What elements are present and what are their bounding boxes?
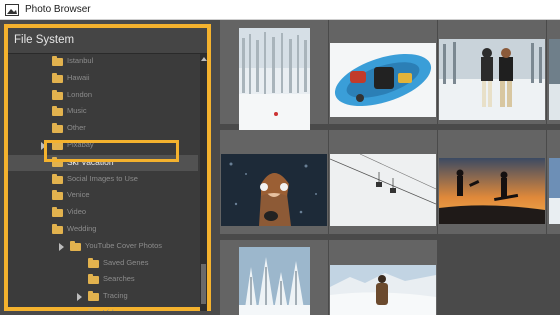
photo-thumbnail[interactable] xyxy=(439,158,545,224)
tree-item[interactable]: Searches xyxy=(8,272,198,288)
folder-icon xyxy=(52,89,63,100)
tree-item-label: Social Images to Use xyxy=(67,173,138,183)
photo-cell[interactable] xyxy=(438,130,546,234)
tree-item-label: Music xyxy=(67,106,87,116)
tree-item-label: Searches xyxy=(103,274,135,284)
tree-item[interactable]: London xyxy=(8,88,198,104)
photo-cell[interactable] xyxy=(547,20,560,124)
panel-header: File System xyxy=(8,28,207,54)
folder-icon xyxy=(52,156,63,167)
photo-cell[interactable] xyxy=(329,130,437,234)
folder-icon xyxy=(88,291,99,302)
tree-item[interactable]: Video xyxy=(8,205,198,221)
tree-item[interactable]: Pixabay xyxy=(8,138,198,154)
photo-cell[interactable] xyxy=(547,130,560,234)
scroll-up-icon[interactable] xyxy=(201,57,207,61)
tree-item[interactable]: Ski Vacation xyxy=(8,154,198,171)
tree-item-label: Hawaii xyxy=(67,72,90,82)
tree-item-label: Pixabay xyxy=(67,140,94,149)
folder-icon xyxy=(88,257,99,268)
tree-item[interactable]: Music xyxy=(8,104,198,120)
tree-item-label: Ski Vacation xyxy=(67,156,114,167)
title-bar: Photo Browser xyxy=(0,0,560,20)
photo-cell[interactable] xyxy=(438,20,546,124)
tree-item-label: Other xyxy=(67,123,86,133)
photo-cell[interactable] xyxy=(329,240,437,315)
empty-cell xyxy=(438,240,546,315)
photo-thumbnail[interactable] xyxy=(239,247,310,315)
tree-item-label: Video xyxy=(67,207,87,217)
photo-grid xyxy=(215,20,560,315)
tree-item-label: Videos xyxy=(103,308,126,311)
expand-arrow-icon[interactable] xyxy=(77,293,82,302)
folder-icon xyxy=(52,190,63,201)
photo-thumbnail[interactable] xyxy=(549,158,560,224)
tree-item[interactable]: Saved Genes xyxy=(8,256,198,272)
window-title: Photo Browser xyxy=(25,4,91,15)
tree-item[interactable]: Venice xyxy=(8,188,198,204)
scrollbar-thumb[interactable] xyxy=(201,264,206,304)
photo-thumbnail[interactable] xyxy=(239,28,310,130)
tree-item[interactable]: Videos xyxy=(8,306,198,311)
photo-cell[interactable] xyxy=(220,20,328,130)
photo-thumbnail[interactable] xyxy=(549,39,560,120)
tree-item-label: Istanbul xyxy=(67,56,94,65)
tree-item-label: Saved Genes xyxy=(103,257,149,267)
tree-item[interactable]: Wedding xyxy=(8,222,198,238)
tree-item[interactable]: Istanbul xyxy=(8,54,198,70)
folder-icon xyxy=(88,274,99,285)
folder-icon xyxy=(52,56,63,66)
tree-item[interactable]: Other xyxy=(8,121,198,137)
tree-item-label: Venice xyxy=(67,190,90,200)
tree-item[interactable]: Social Images to Use xyxy=(8,172,198,188)
tree-item[interactable]: Tracing xyxy=(8,289,198,305)
photo-thumbnail[interactable] xyxy=(439,39,545,120)
expand-arrow-icon[interactable] xyxy=(77,310,82,311)
photo-cell[interactable] xyxy=(329,20,437,124)
folder-icon xyxy=(52,224,63,234)
tree-item[interactable]: Hawaii xyxy=(8,71,198,87)
photo-cell[interactable] xyxy=(220,240,328,315)
folder-icon xyxy=(52,207,63,218)
folder-tree: Istanbul Hawaii London Music Other Pixabay Ski… xyxy=(8,54,200,311)
folder-icon xyxy=(52,173,63,184)
tree-item-label: Wedding xyxy=(67,224,97,233)
expand-arrow-icon[interactable] xyxy=(41,142,46,150)
folder-icon xyxy=(52,106,63,117)
folder-icon xyxy=(52,123,63,134)
photo-thumbnail[interactable] xyxy=(330,265,436,315)
panel-title: File System xyxy=(14,34,75,46)
folder-icon xyxy=(52,140,63,150)
tree-item-label: YouTube Cover Photos xyxy=(85,240,162,250)
folder-icon xyxy=(70,240,81,251)
photo-cell[interactable] xyxy=(220,130,328,234)
folder-icon xyxy=(88,308,99,311)
tree-scrollbar[interactable] xyxy=(200,54,207,311)
tree-item-label: London xyxy=(67,89,93,99)
tree-item-label: Tracing xyxy=(103,291,128,301)
photo-thumbnail[interactable] xyxy=(330,43,436,117)
tree-item[interactable]: YouTube Cover Photos xyxy=(8,239,198,255)
folder-icon xyxy=(52,72,63,83)
photo-browser-app-icon xyxy=(5,4,19,16)
file-system-panel: File System Istanbul Hawaii London Music Oth… xyxy=(4,24,211,311)
expand-arrow-icon[interactable] xyxy=(59,242,64,251)
photo-thumbnail[interactable] xyxy=(330,154,436,226)
photo-thumbnail[interactable] xyxy=(221,154,327,226)
